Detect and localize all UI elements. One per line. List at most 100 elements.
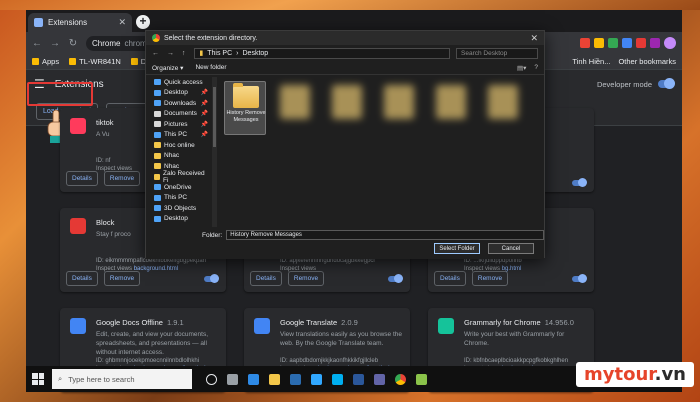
extension-icon[interactable]	[622, 38, 632, 48]
extension-name: tiktok	[96, 118, 114, 127]
nav-pane-item[interactable]: Quick access	[150, 77, 212, 88]
new-tab-button[interactable]: +	[136, 15, 150, 29]
photoshop-icon[interactable]	[311, 373, 322, 385]
close-icon[interactable]: ✕	[530, 33, 538, 44]
taskbar-apps	[206, 373, 427, 385]
edge-icon[interactable]	[248, 373, 259, 385]
tab-title: Extensions	[48, 18, 88, 27]
folder-icon	[154, 131, 161, 138]
folder-icon	[154, 152, 161, 159]
remove-button[interactable]: Remove	[103, 171, 141, 186]
remove-button[interactable]: Remove	[103, 271, 141, 286]
nav-pane-item[interactable]: Hoc online	[150, 140, 212, 151]
remove-button[interactable]: Remove	[471, 271, 509, 286]
tab-extensions[interactable]: Extensions ✕	[28, 13, 132, 32]
help-icon[interactable]: ?	[534, 64, 538, 72]
blurred-item[interactable]	[332, 85, 362, 119]
avatar[interactable]	[664, 37, 676, 49]
nav-pane-item[interactable]: Nhac	[150, 151, 212, 162]
breadcrumb-item[interactable]: This PC	[207, 50, 232, 57]
search-input[interactable]: Search Desktop	[456, 47, 538, 59]
enable-toggle[interactable]	[388, 273, 403, 283]
pin-icon: 📌	[200, 121, 208, 128]
nav-pane-item[interactable]: Downloads 📌	[150, 98, 212, 109]
extension-icon[interactable]	[608, 38, 618, 48]
bookmark-item[interactable]: TL-WR841N	[69, 57, 121, 66]
extension-id: ID: kbfnbcaeplbcioakkpcpgfkobkghlhen	[464, 358, 569, 364]
developer-mode: Developer mode	[597, 78, 675, 89]
dialog-titlebar: Select the extension directory. ✕	[146, 31, 544, 45]
nav-pane-item[interactable]: Desktop	[150, 214, 212, 225]
forward-icon[interactable]: →	[50, 38, 60, 49]
omnibox-brand: Chrome	[92, 38, 121, 48]
teams-icon[interactable]	[374, 373, 385, 385]
cortana-icon[interactable]	[206, 373, 217, 385]
cancel-button[interactable]: Cancel	[488, 243, 534, 254]
navigation-pane: Quick access Desktop 📌 Downloads 📌 Documents 📌…	[150, 77, 212, 227]
word-icon[interactable]	[353, 373, 364, 385]
folder-icon	[130, 58, 138, 65]
details-button[interactable]: Details	[66, 271, 98, 286]
nav-pane-item[interactable]: Documents 📌	[150, 109, 212, 120]
extension-id: ID: aapbdbdomjkkjkaonfhkkikfgjllcleb	[280, 358, 379, 364]
reload-icon[interactable]: ↻	[68, 38, 78, 49]
view-options-icon[interactable]: ▤▾	[517, 64, 526, 72]
nav-pane-item[interactable]: Desktop 📌	[150, 88, 212, 99]
new-folder-button[interactable]: New folder	[195, 64, 226, 71]
breadcrumb-item[interactable]: Desktop	[243, 50, 269, 57]
folder-input[interactable]: History Remove Messages	[226, 230, 545, 240]
nav-pane-item[interactable]: This PC	[150, 193, 212, 204]
breadcrumb[interactable]: ▮ This PC › Desktop	[194, 47, 450, 59]
nav-pane-item[interactable]: This PC 📌	[150, 130, 212, 141]
select-folder-dialog: Select the extension directory. ✕ ← → ↑ …	[145, 30, 545, 259]
brand-watermark: mytour.vn	[576, 362, 694, 387]
back-icon[interactable]: ←	[32, 38, 42, 49]
enable-toggle[interactable]	[572, 273, 587, 283]
bookmark-item[interactable]: Tinh Hiền...	[572, 57, 610, 66]
blurred-item[interactable]	[280, 85, 310, 119]
blurred-item[interactable]	[384, 85, 414, 119]
chrome-icon[interactable]	[395, 373, 406, 385]
other-bookmarks[interactable]: Other bookmarks	[618, 57, 676, 66]
enable-toggle[interactable]	[572, 178, 587, 187]
blurred-item[interactable]	[436, 85, 466, 119]
details-button[interactable]: Details	[434, 271, 466, 286]
remove-button[interactable]: Remove	[287, 271, 325, 286]
task-view-icon[interactable]	[227, 373, 238, 385]
nav-arrows-icon[interactable]: ← → ↑	[152, 50, 188, 57]
app-icon[interactable]	[416, 373, 427, 385]
scrollbar[interactable]	[212, 77, 217, 227]
nav-pane-item[interactable]: Pictures 📌	[150, 119, 212, 130]
dialog-path-bar: ← → ↑ ▮ This PC › Desktop Search Desktop	[146, 45, 544, 61]
enable-toggle[interactable]	[204, 273, 219, 283]
details-button[interactable]: Details	[66, 171, 98, 186]
nav-pane-item[interactable]: 3D Objects	[150, 203, 212, 214]
nav-pane-item[interactable]: Zalo Received Fi	[150, 170, 212, 184]
extension-description: Write your best with Grammarly for Chrom…	[464, 331, 565, 347]
taskbar-search[interactable]: ⌕ Type here to search	[52, 369, 192, 389]
close-icon[interactable]: ✕	[118, 17, 126, 28]
bookmark-item[interactable]: Apps	[32, 57, 59, 66]
folder-item-selected[interactable]: History Remove Messages	[224, 81, 266, 135]
extension-icon[interactable]	[594, 38, 604, 48]
folder-icon	[154, 110, 161, 117]
extension-icon[interactable]	[650, 38, 660, 48]
dialog-footer: Folder: History Remove Messages Select F…	[146, 227, 545, 259]
folder-icon	[154, 173, 161, 180]
details-button[interactable]: Details	[250, 271, 282, 286]
extension-icon[interactable]	[580, 38, 590, 48]
extension-icon[interactable]	[636, 38, 646, 48]
developer-mode-toggle[interactable]	[658, 78, 675, 89]
folder-icon: ▮	[199, 50, 204, 57]
extension-icons	[580, 37, 676, 49]
folder-name: History Remove Messages	[226, 110, 266, 123]
pin-icon: 📌	[200, 100, 208, 107]
blurred-item[interactable]	[488, 85, 518, 119]
organize-button[interactable]: Organize ▾	[152, 64, 183, 72]
extension-name: Google Translate 2.0.9	[280, 318, 358, 327]
explorer-icon[interactable]	[269, 373, 280, 385]
select-folder-button[interactable]: Select Folder	[434, 243, 480, 254]
skype-icon[interactable]	[332, 373, 343, 385]
windows-start-icon[interactable]	[32, 373, 44, 385]
mail-icon[interactable]	[290, 373, 301, 385]
